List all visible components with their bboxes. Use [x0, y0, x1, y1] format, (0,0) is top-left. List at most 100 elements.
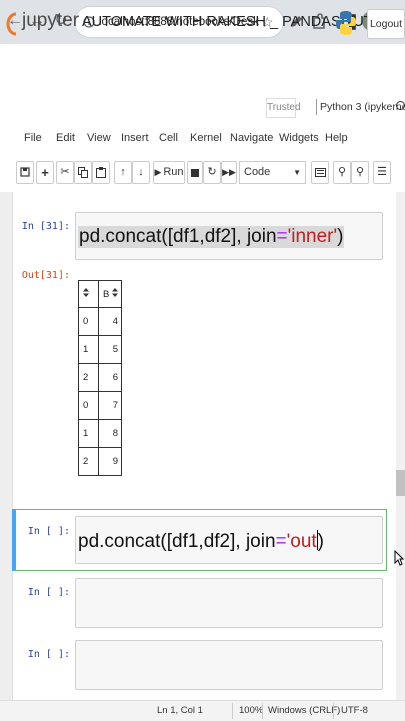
scrollbar-track[interactable] [396, 192, 405, 700]
menu-widgets[interactable]: Widgets [279, 132, 319, 144]
chevron-down-icon: ▼ [293, 168, 301, 177]
jupyter-logo-icon[interactable] [6, 12, 18, 36]
table-row: 18 [78, 419, 122, 448]
cell-4-editor[interactable] [75, 640, 383, 690]
table-header-row: B [78, 280, 122, 308]
cell-1-in-prompt: In [31]: [21, 221, 70, 232]
restart-run-all-button[interactable]: ▶▶ [221, 161, 237, 184]
status-separator [232, 703, 233, 719]
cell-value: 6 [98, 363, 122, 392]
zoom-out-button[interactable]: ⚲ [351, 161, 369, 184]
cell-4-in-prompt: In [ ]: [27, 649, 70, 660]
encoding[interactable]: UTF-8 [341, 705, 368, 716]
play-icon: ▶ [154, 167, 162, 177]
cell-2-code: pd.concat([df1,df2], join='out) [78, 530, 324, 553]
paste-icon [96, 167, 106, 178]
table-row: 26 [78, 363, 122, 392]
copy-icon [78, 167, 88, 178]
cursor-position[interactable]: Ln 1, Col 1 [157, 705, 203, 716]
kernel-name[interactable]: Python 3 (ipykernel) [320, 101, 405, 113]
cell-1-code-operator: = [276, 226, 288, 247]
jupyter-logo-text[interactable]: jupyter [22, 10, 79, 32]
kernel-separator [316, 99, 317, 115]
zoom-in-button[interactable]: ⚲ [333, 161, 351, 184]
insert-cell-button[interactable]: + [36, 161, 54, 184]
save-icon [20, 167, 30, 177]
copy-button[interactable] [74, 161, 92, 184]
search-plus-icon: ⚲ [337, 166, 347, 178]
toc-button[interactable]: ☰ [373, 161, 391, 184]
command-palette-button[interactable] [311, 161, 329, 184]
move-down-button[interactable]: ↓ [132, 161, 150, 184]
cell-type-select[interactable]: Code ▼ [239, 161, 306, 184]
cell-1-editor[interactable]: pd.concat([df1,df2], join='inner') [75, 212, 383, 260]
column-header-b[interactable]: B [98, 280, 122, 308]
cell-1-code-end: ) [337, 226, 344, 247]
cell-1-code-string: 'inner' [287, 226, 338, 247]
column-header-label: B [103, 289, 110, 300]
row-index: 1 [78, 419, 99, 448]
run-button[interactable]: ▶ Run [153, 161, 185, 184]
trusted-badge[interactable]: Trusted [266, 98, 301, 118]
stop-icon [191, 169, 199, 177]
move-up-button[interactable]: ↑ [114, 161, 132, 184]
cell-2-code-operator: = [275, 531, 287, 552]
run-label: Run [163, 166, 184, 178]
keyboard-icon [314, 168, 326, 177]
cell-3-in-prompt: In [ ]: [27, 587, 70, 598]
menu-help[interactable]: Help [325, 132, 348, 144]
paste-button[interactable] [92, 161, 110, 184]
mouse-cursor-icon [394, 550, 404, 566]
index-header[interactable] [78, 280, 99, 308]
arrow-up-icon: ↑ [120, 166, 126, 178]
python-logo-icon [336, 11, 356, 35]
cell-value: 7 [98, 391, 122, 420]
row-index: 2 [78, 363, 99, 392]
cut-button[interactable]: ✂ [56, 161, 74, 184]
sort-icon [83, 288, 89, 297]
logout-button[interactable]: Logout [367, 9, 405, 39]
cell-type-value: Code [244, 166, 271, 178]
table-row: 15 [78, 335, 122, 364]
save-button[interactable] [16, 161, 34, 184]
cell-3-editor[interactable] [75, 578, 383, 628]
cell-2-code-string: 'out [286, 531, 317, 552]
arrow-down-icon: ↓ [138, 166, 144, 178]
sort-icon [112, 288, 118, 297]
fast-forward-icon: ▶▶ [222, 167, 236, 177]
menu-edit[interactable]: Edit [56, 132, 75, 144]
plus-icon: + [41, 165, 49, 180]
row-index: 0 [78, 391, 99, 420]
status-separator [333, 703, 334, 719]
restart-icon: ↻ [207, 166, 217, 178]
cell-2-editor[interactable]: pd.concat([df1,df2], join='out) [75, 516, 383, 564]
cell-value: 4 [98, 307, 122, 336]
kernel-status-icon [396, 101, 405, 110]
zoom-level[interactable]: 100% [239, 705, 263, 716]
menu-navigate[interactable]: Navigate [230, 132, 273, 144]
menu-kernel[interactable]: Kernel [190, 132, 222, 144]
menu-insert[interactable]: Insert [121, 132, 149, 144]
line-endings[interactable]: Windows (CRLF) [268, 705, 340, 716]
scissors-icon: ✂ [60, 166, 70, 178]
dataframe-table: B 04 15 26 07 18 29 [78, 280, 122, 476]
status-bar: Ln 1, Col 1 100% Windows (CRLF) UTF-8 [0, 700, 405, 721]
search-minus-icon: ⚲ [355, 166, 365, 178]
cell-2-code-end: ) [317, 531, 324, 552]
menu-cell[interactable]: Cell [159, 132, 178, 144]
restart-button[interactable]: ↻ [203, 161, 221, 184]
cell-1-code-text: pd.concat([df1,df2], join [79, 226, 277, 247]
table-row: 04 [78, 307, 122, 336]
cell-value: 5 [98, 335, 122, 364]
interrupt-button[interactable] [187, 161, 203, 184]
cell-2-in-prompt: In [ ]: [27, 526, 70, 537]
row-index: 1 [78, 335, 99, 364]
cell-1-code: pd.concat([df1,df2], join='inner') [78, 226, 345, 248]
row-index: 0 [78, 307, 99, 336]
menu-file[interactable]: File [24, 132, 42, 144]
menu-view[interactable]: View [87, 132, 111, 144]
scrollbar-thumb[interactable] [396, 470, 405, 496]
jupyter-header [0, 44, 405, 93]
cell-value: 8 [98, 419, 122, 448]
status-separator [262, 703, 263, 719]
